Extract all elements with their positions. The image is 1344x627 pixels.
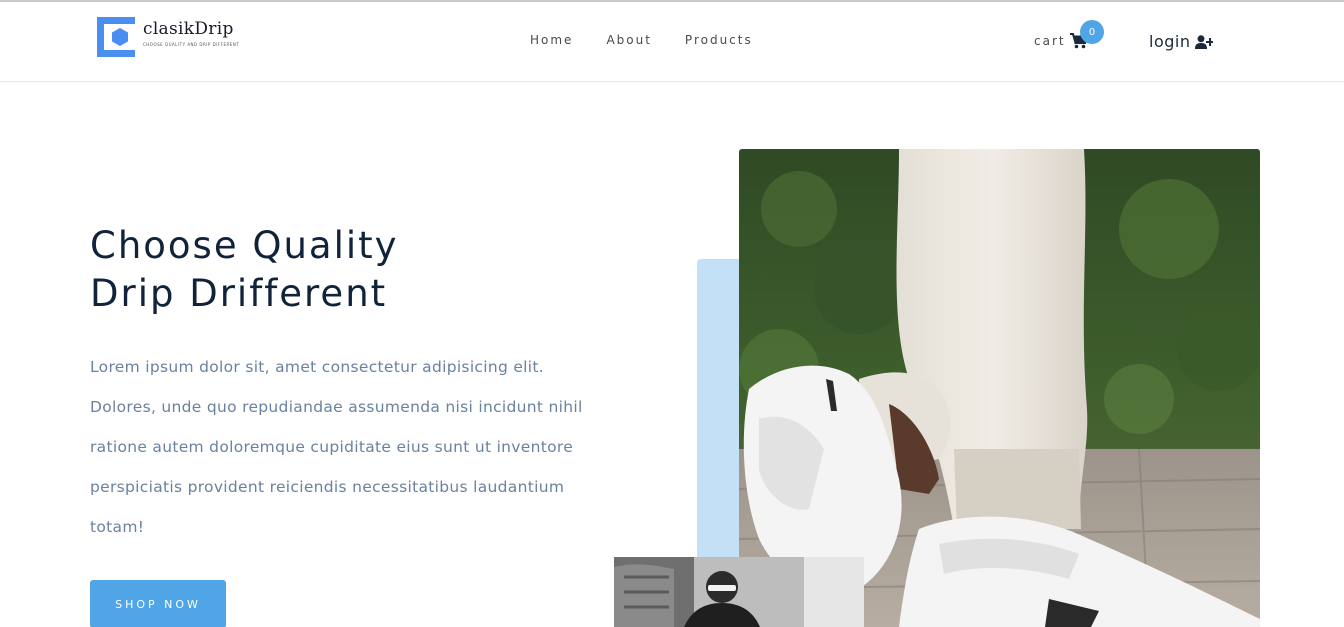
hero-title-line1: Choose Quality [90, 224, 399, 267]
login-label: login [1149, 32, 1191, 51]
user-plus-icon [1195, 34, 1214, 49]
nav-home-link[interactable]: Home [530, 33, 573, 47]
hero-title: Choose Quality Drip Drifferent [90, 222, 570, 318]
logo[interactable]: clasikDrip CHOOSE QUALITY AND DRIP DIFFE… [97, 17, 239, 59]
navbar: clasikDrip CHOOSE QUALITY AND DRIP DIFFE… [0, 2, 1344, 82]
cart-button[interactable]: cart 0 [1034, 20, 1104, 49]
sneaker-hero-image [739, 149, 1260, 627]
nav-about-link[interactable]: About [606, 33, 651, 47]
main-nav: Home About Products [530, 33, 753, 47]
hero-title-line2: Drip Drifferent [90, 272, 388, 315]
brand-tagline: CHOOSE QUALITY AND DRIP DIFFERENT [143, 42, 240, 47]
logo-icon [97, 17, 135, 57]
nav-products-link[interactable]: Products [685, 33, 753, 47]
login-button[interactable]: login [1149, 32, 1214, 51]
shop-now-button[interactable]: SHOP NOW [90, 580, 226, 627]
hero-description: Lorem ipsum dolor sit, amet consectetur … [90, 358, 583, 536]
model-thumbnail-image [614, 557, 864, 627]
cart-label: cart [1034, 34, 1066, 48]
cart-count-badge: 0 [1080, 20, 1104, 44]
logo-text: clasikDrip CHOOSE QUALITY AND DRIP DIFFE… [143, 17, 239, 48]
brand-name: clasikDrip [143, 19, 234, 39]
